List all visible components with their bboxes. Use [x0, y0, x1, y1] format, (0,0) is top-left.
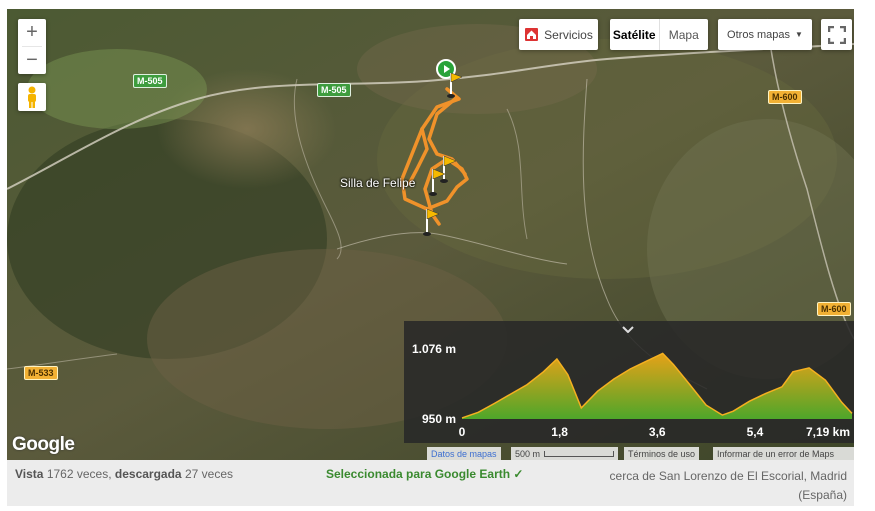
check-icon: ✓	[513, 467, 524, 481]
road-label: M-505	[317, 83, 351, 97]
zoom-control: + −	[18, 19, 46, 74]
views-count: 1762	[46, 467, 74, 481]
x-tick-label: 7,19 km	[806, 425, 850, 439]
x-tick-label: 5,4	[747, 425, 764, 439]
elevation-chart: 1.076 m 950 m0 1,8 3,6 5,4 7,19 km	[412, 342, 853, 439]
downloads-label: descargada	[114, 467, 182, 481]
report-error-link[interactable]: Informar de un error de Maps	[713, 447, 854, 460]
y-tick-label: 1.076 m	[412, 342, 456, 356]
fullscreen-button[interactable]	[821, 19, 852, 50]
x-tick-label: 3,6	[649, 425, 666, 439]
track-info-footer: Vista 1762 veces, descargada 27 veces Se…	[7, 460, 854, 506]
location-text: cerca de San Lorenzo de El Escorial, Mad…	[610, 467, 847, 505]
services-button[interactable]: Servicios	[519, 19, 598, 50]
downloads-count: 27	[184, 467, 199, 481]
map-data-label: Datos de mapas	[431, 448, 497, 459]
downloads-suffix: veces	[201, 467, 233, 481]
stats-text: Vista 1762 veces, descargada 27 veces	[15, 467, 233, 481]
road-label: M-600	[768, 90, 802, 104]
x-tick-label: 0	[459, 425, 466, 439]
x-tick-label: 1,8	[551, 425, 568, 439]
map-type-switch: Satélite Mapa	[610, 19, 708, 50]
street-view-pegman-button[interactable]	[18, 83, 46, 111]
other-maps-dropdown[interactable]: Otros mapas ▼	[718, 19, 812, 50]
collapse-chevron-icon[interactable]	[622, 325, 634, 333]
google-earth-label: Seleccionada para Google Earth	[326, 467, 511, 481]
home-icon	[525, 28, 539, 41]
google-logo: Google	[12, 434, 75, 455]
start-marker-icon[interactable]	[435, 59, 465, 99]
road-label: M-533	[24, 366, 58, 380]
country-label: (España)	[798, 488, 847, 502]
chevron-down-icon: ▼	[795, 30, 803, 39]
place-label: Silla de Felipe	[340, 176, 416, 190]
location-label: cerca de San Lorenzo de El Escorial, Mad…	[609, 469, 847, 483]
services-label: Servicios	[544, 27, 593, 42]
road-label: M-600	[817, 302, 851, 316]
google-earth-badge[interactable]: Seleccionada para Google Earth ✓	[326, 467, 523, 481]
map-tab[interactable]: Mapa	[659, 19, 708, 50]
waypoint-flag-icon[interactable]	[429, 167, 449, 197]
satellite-tab[interactable]: Satélite	[610, 19, 660, 50]
scale-bar: 500 m	[511, 447, 619, 460]
terms-link[interactable]: Términos de uso	[624, 447, 700, 460]
elevation-profile[interactable]: 1.076 m 950 m 0 1,8 3,6 5,4 7,19 km	[404, 321, 854, 443]
road-label: M-505	[133, 74, 167, 88]
scale-label: 500 m	[515, 448, 541, 459]
zoom-in-button[interactable]: +	[18, 19, 46, 46]
waypoint-flag-icon[interactable]	[423, 207, 443, 237]
y-tick-label: 950 m	[422, 412, 456, 426]
views-label: Vista	[15, 467, 44, 481]
zoom-out-button[interactable]: −	[18, 47, 46, 74]
scale-line	[544, 450, 615, 457]
fullscreen-icon	[827, 25, 846, 44]
elevation-area	[462, 353, 852, 419]
terms-label: Términos de uso	[628, 448, 696, 459]
map-view[interactable]: M-505 M-505 M-600 M-600 M-533 Silla de F…	[7, 9, 854, 460]
map-data-link[interactable]: Datos de mapas	[427, 447, 501, 460]
other-maps-label: Otros mapas	[727, 28, 791, 41]
pegman-icon	[28, 86, 36, 108]
report-error-label: Informar de un error de Maps	[717, 448, 835, 459]
views-suffix: veces,	[76, 467, 112, 481]
